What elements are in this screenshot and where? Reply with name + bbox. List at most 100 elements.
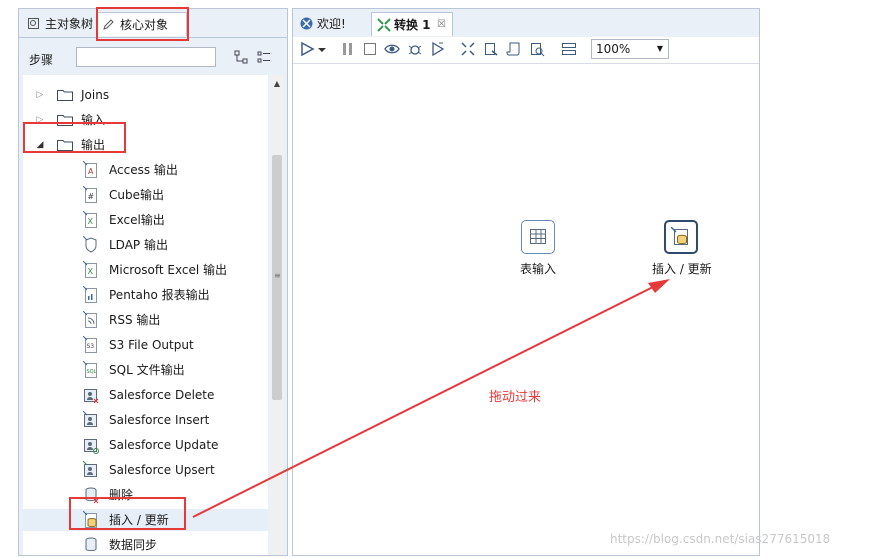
replay-icon[interactable] (430, 41, 446, 57)
step-s3-output[interactable]: S3 S3 File Output (23, 334, 268, 356)
verify-icon[interactable] (460, 41, 476, 57)
step-ldap-output[interactable]: LDAP 输出 (23, 234, 268, 256)
step-label: Microsoft Excel 输出 (109, 263, 228, 277)
sql-icon[interactable] (506, 41, 522, 57)
step-label: Excel输出 (109, 213, 165, 227)
highlight-core-objects (96, 7, 189, 41)
list-icon[interactable] (257, 50, 271, 64)
excel-output-icon: X (83, 211, 97, 228)
chevron-down-icon: ▼ (656, 44, 663, 53)
node-label: 插入 / 更新 (652, 262, 712, 276)
step-label: RSS 输出 (109, 313, 161, 327)
zoom-select[interactable]: 100% ▼ (591, 39, 669, 59)
cube-output-icon: # (83, 186, 97, 203)
node-insert-update[interactable] (664, 220, 698, 254)
access-output-icon: A (83, 161, 97, 178)
stop-icon[interactable] (362, 41, 378, 57)
svg-text:#: # (88, 192, 95, 201)
scroll-up-icon[interactable]: ▲ (270, 77, 284, 91)
tab-welcome[interactable]: 欢迎! (295, 12, 367, 36)
page-margin (760, 0, 895, 558)
step-label: Pentaho 报表输出 (109, 288, 210, 302)
salesforce-upsert-icon (83, 461, 97, 477)
editor-tabs: 欢迎! 转换 1 ☒ (293, 9, 759, 38)
editor-toolbar: 100% ▼ (293, 37, 759, 64)
grip-icon: ≡ (274, 271, 281, 280)
ldap-output-icon (83, 236, 97, 253)
tree-label: Joins (81, 88, 110, 102)
salesforce-delete-icon (84, 389, 99, 404)
explore-db-icon[interactable] (529, 41, 545, 57)
transformation-icon (377, 18, 391, 32)
step-label: LDAP 输出 (109, 238, 168, 252)
step-label: Salesforce Insert (109, 413, 210, 427)
step-sql-output[interactable]: SQL SQL 文件输出 (23, 359, 268, 381)
tab-label: 转换 1 (394, 18, 431, 32)
zoom-value: 100% (596, 42, 631, 56)
ms-excel-output-icon: X (83, 261, 97, 278)
tab-label: 欢迎! (317, 17, 346, 31)
svg-text:SQL: SQL (87, 369, 97, 375)
step-label: Cube输出 (109, 188, 164, 202)
show-results-icon[interactable] (561, 41, 577, 57)
step-access-output[interactable]: A Access 输出 (23, 159, 268, 181)
step-report-output[interactable]: Pentaho 报表输出 (23, 284, 268, 306)
step-salesforce-delete[interactable]: Salesforce Delete (23, 384, 268, 406)
step-cube-output[interactable]: # Cube输出 (23, 184, 268, 206)
insert-update-icon (671, 227, 688, 245)
preview-icon[interactable] (384, 41, 400, 57)
transformation-canvas[interactable]: 表输入 插入 / 更新 (293, 64, 759, 555)
tab-label: 主对象树 (45, 17, 94, 31)
step-ms-excel-output[interactable]: X Microsoft Excel 输出 (23, 259, 268, 281)
node-table-input[interactable] (521, 220, 555, 254)
tree-scrollbar[interactable]: ▲ ≡ (270, 75, 284, 555)
scrollbar-thumb[interactable]: ≡ (272, 155, 282, 400)
report-output-icon (83, 286, 97, 303)
step-label: SQL 文件输出 (109, 363, 185, 377)
step-label: 数据同步 (109, 538, 158, 552)
step-label: Access 输出 (109, 163, 178, 177)
step-label: Salesforce Update (109, 438, 219, 452)
tree-icon (28, 18, 39, 29)
run-options-icon[interactable] (317, 41, 327, 57)
steps-search-input[interactable] (76, 47, 216, 67)
svg-text:X: X (88, 217, 94, 226)
step-label: Salesforce Delete (109, 388, 215, 402)
sync-icon (85, 537, 97, 551)
tab-transformation[interactable]: 转换 1 ☒ (371, 12, 453, 36)
step-salesforce-update[interactable]: Salesforce Update (23, 434, 268, 456)
sql-output-icon: SQL (83, 361, 97, 378)
layout-icon[interactable] (234, 50, 248, 64)
pause-icon[interactable] (340, 41, 356, 57)
svg-text:S3: S3 (87, 343, 95, 350)
drag-annotation: 拖动过来 (489, 390, 542, 405)
transformation-editor: 欢迎! 转换 1 ☒ 100% ▼ 表输入 插入 / 更新 (292, 8, 760, 556)
step-label: Salesforce Upsert (109, 463, 215, 477)
tree-folder-joins[interactable]: ▷ Joins (23, 84, 268, 106)
close-tab-icon[interactable]: ☒ (437, 13, 446, 37)
rss-output-icon (83, 311, 97, 328)
salesforce-update-icon (84, 439, 99, 454)
highlight-output-folder (23, 122, 126, 153)
debug-icon[interactable] (407, 41, 423, 57)
steps-panel: 主对象树 核心对象 步骤 ▷ Joins ▷ 输入 ◢ 输出 A Access … (18, 8, 288, 556)
step-sync[interactable]: 数据同步 (23, 534, 268, 555)
spoon-icon (300, 17, 313, 30)
s3-output-icon: S3 (83, 336, 97, 353)
step-excel-output[interactable]: X Excel输出 (23, 209, 268, 231)
run-icon[interactable] (299, 41, 315, 57)
step-rss-output[interactable]: RSS 输出 (23, 309, 268, 331)
step-salesforce-upsert[interactable]: Salesforce Upsert (23, 459, 268, 481)
expand-icon[interactable]: ▷ (35, 84, 45, 106)
salesforce-insert-icon (83, 411, 97, 427)
steps-label: 步骤 (29, 53, 54, 67)
impact-icon[interactable] (483, 41, 499, 57)
tab-main-object-tree[interactable]: 主对象树 (23, 12, 95, 36)
step-salesforce-insert[interactable]: Salesforce Insert (23, 409, 268, 431)
folder-icon (57, 90, 73, 101)
watermark: https://blog.csdn.net/sias277615018 (610, 532, 831, 546)
node-label: 表输入 (520, 262, 557, 276)
table-input-icon (530, 229, 546, 244)
svg-text:A: A (88, 167, 94, 176)
svg-text:X: X (88, 267, 94, 276)
